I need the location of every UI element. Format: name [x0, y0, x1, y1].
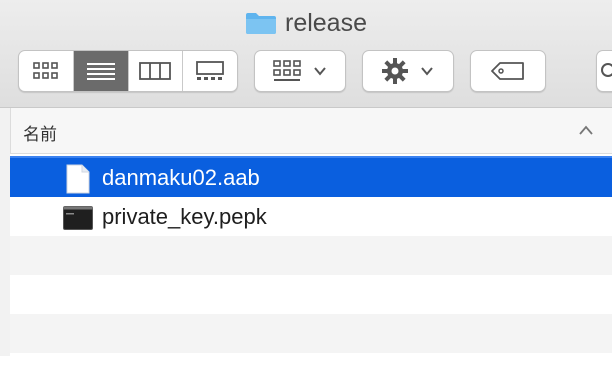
empty-row	[10, 353, 612, 392]
list-item[interactable]: danmaku02.aab	[10, 158, 612, 197]
chevron-down-icon	[421, 67, 433, 76]
folder-icon	[245, 11, 277, 35]
gallery-view-button[interactable]	[183, 51, 237, 91]
empty-row	[10, 236, 612, 275]
tag-button[interactable]	[470, 50, 546, 92]
file-list: danmaku02.aab private_key.pepk	[10, 158, 612, 392]
file-name: danmaku02.aab	[102, 165, 260, 190]
column-view-button[interactable]	[129, 51, 184, 91]
chevron-down-icon	[314, 67, 326, 76]
gallery-view-icon	[196, 61, 225, 80]
file-name: private_key.pepk	[102, 204, 267, 229]
column-view-icon	[139, 62, 172, 80]
column-header-name[interactable]: 名前	[10, 108, 612, 154]
action-button[interactable]	[362, 50, 454, 92]
list-view-icon	[86, 63, 115, 80]
view-mode-control[interactable]	[18, 50, 238, 92]
empty-row	[10, 314, 612, 353]
terminal-file-icon	[63, 206, 93, 230]
gear-icon	[382, 58, 408, 84]
empty-row	[10, 275, 612, 314]
sidebar-edge	[0, 108, 10, 356]
sort-ascending-icon	[579, 125, 593, 135]
window-toolbar: release	[0, 0, 612, 108]
window-title: release	[0, 8, 612, 38]
search-button[interactable]	[596, 50, 612, 92]
column-header-label: 名前	[23, 125, 57, 144]
icon-view-button[interactable]	[19, 51, 74, 91]
icon-view-icon	[33, 62, 58, 79]
group-by-icon	[273, 60, 301, 81]
window-title-label: release	[285, 8, 367, 37]
tag-icon	[491, 62, 524, 80]
search-icon	[601, 63, 612, 77]
document-icon	[66, 164, 90, 194]
list-item[interactable]: private_key.pepk	[10, 197, 612, 236]
group-by-button[interactable]	[254, 50, 346, 92]
list-view-button[interactable]	[73, 51, 129, 91]
